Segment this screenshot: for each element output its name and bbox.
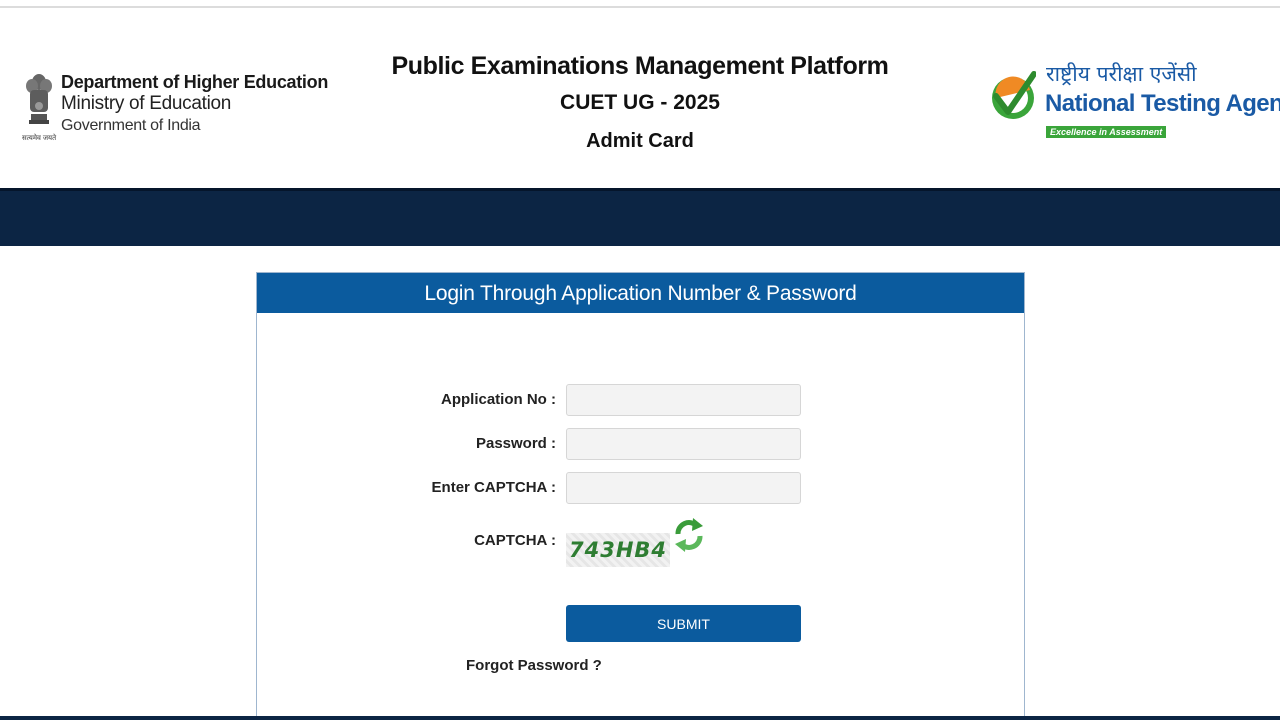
ministry-name: Ministry of Education (61, 93, 232, 114)
nta-branding: राष्ट्रीय परीक्षा एजेंसी National Testin… (990, 62, 1280, 144)
national-emblem-icon (26, 74, 52, 124)
platform-title: Public Examinations Management Platform (391, 52, 889, 80)
exam-title: CUET UG - 2025 (560, 91, 720, 114)
nta-tagline: Excellence in Assessment (1046, 126, 1167, 138)
nta-english-name: National Testing Agency (1045, 90, 1280, 117)
password-input[interactable] (566, 428, 801, 460)
captcha-label: CAPTCHA : (474, 532, 556, 549)
nta-checkmark-logo-icon (992, 71, 1036, 119)
department-branding: सत्यमेव जयते Department of Higher Educat… (22, 68, 328, 148)
emblem-caption: सत्यमेव जयते (22, 135, 57, 142)
captcha-code: 743HB4 (568, 538, 668, 562)
footer-bar (0, 716, 1280, 720)
navigation-bar (0, 188, 1280, 246)
department-text: Department of Higher Education Ministry … (61, 71, 328, 137)
refresh-captcha-icon[interactable] (673, 516, 705, 554)
nta-hindi-name: राष्ट्रीय परीक्षा एजेंसी (1046, 62, 1197, 86)
application-no-label: Application No : (441, 391, 556, 408)
page-title: Admit Card (586, 130, 694, 152)
password-row: Password : (257, 428, 1026, 460)
site-header: सत्यमेव जयते Department of Higher Educat… (0, 8, 1280, 188)
department-name: Department of Higher Education (61, 72, 329, 92)
application-no-input[interactable] (566, 384, 801, 416)
forgot-password-link[interactable]: Forgot Password ? (466, 657, 602, 674)
captcha-input-row: Enter CAPTCHA : (257, 472, 1026, 504)
submit-button[interactable]: SUBMIT (566, 605, 801, 642)
government-name: Government of India (61, 117, 201, 134)
captcha-image: 743HB4 (566, 533, 670, 567)
login-panel: Login Through Application Number & Passw… (256, 272, 1025, 720)
password-label: Password : (475, 435, 556, 452)
captcha-input-label: Enter CAPTCHA : (431, 479, 556, 496)
page-titles: Public Examinations Management Platform … (340, 48, 940, 160)
login-panel-heading: Login Through Application Number & Passw… (257, 273, 1024, 313)
captcha-input[interactable] (566, 472, 801, 504)
application-no-row: Application No : (257, 384, 1026, 416)
